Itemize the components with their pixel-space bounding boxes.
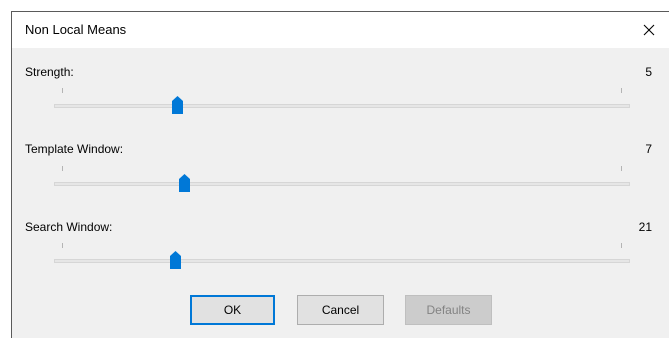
non-local-means-dialog: Non Local Means Strength: 5 Template Win… (11, 11, 669, 338)
strength-label: Strength: (25, 65, 74, 79)
cancel-button[interactable]: Cancel (297, 295, 384, 325)
slider-tick-max (621, 243, 622, 248)
slider-thumb[interactable] (169, 251, 181, 269)
slider-track (54, 104, 630, 108)
title-bar: Non Local Means (12, 12, 669, 48)
slider-tick-min (62, 243, 63, 248)
template-window-slider[interactable] (54, 166, 630, 196)
slider-tick-max (621, 88, 622, 93)
ok-button[interactable]: OK (190, 295, 275, 325)
window-title: Non Local Means (25, 22, 127, 37)
template-window-label: Template Window: (25, 142, 124, 156)
strength-slider[interactable] (54, 88, 630, 118)
strength-value: 5 (645, 65, 652, 79)
slider-track (54, 182, 630, 186)
slider-track (54, 259, 630, 263)
slider-tick-min (62, 166, 63, 171)
slider-tick-max (621, 166, 622, 171)
close-icon (643, 24, 655, 36)
slider-thumb[interactable] (171, 96, 183, 114)
close-button[interactable] (629, 12, 669, 48)
search-window-value: 21 (638, 220, 652, 234)
search-window-slider[interactable] (54, 243, 630, 273)
template-window-value: 7 (645, 142, 652, 156)
search-window-label: Search Window: (25, 220, 113, 234)
defaults-button[interactable]: Defaults (405, 295, 492, 325)
slider-thumb[interactable] (178, 174, 190, 192)
slider-tick-min (62, 88, 63, 93)
